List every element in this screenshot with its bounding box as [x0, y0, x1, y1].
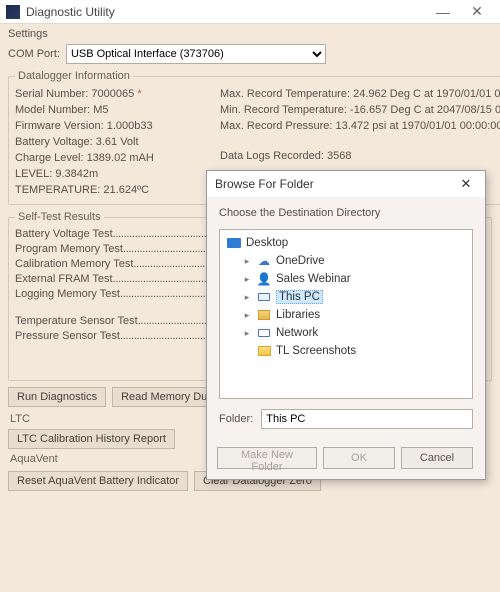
make-new-folder-button[interactable]: Make New Folder [217, 447, 317, 469]
ltc-calibration-report-button[interactable]: LTC Calibration History Report [8, 429, 175, 449]
window-titlebar: Diagnostic Utility — ✕ [0, 0, 500, 24]
tree-this-pc[interactable]: ▸ This PC [224, 288, 468, 306]
expand-icon[interactable]: ▸ [242, 256, 252, 267]
reset-aquavent-battery-button[interactable]: Reset AquaVent Battery Indicator [8, 471, 188, 491]
menu-bar: Settings [8, 28, 492, 40]
test-fram: External FRAM Test [15, 273, 113, 285]
user-icon: 👤 [256, 272, 272, 286]
batt-label: Battery Voltage: [15, 136, 96, 148]
test-program: Program Memory Test [15, 243, 123, 255]
tree-tl-screenshots[interactable]: TL Screenshots [224, 342, 468, 360]
mint-value: -16.657 Deg C at 2047/08/15 09:18:56 [350, 104, 500, 116]
test-tempsens: Temperature Sensor Test [15, 315, 138, 327]
serial-value: 7000065 [91, 88, 134, 100]
tree-network[interactable]: ▸ Network [224, 324, 468, 342]
model-label: Model Number: [15, 104, 93, 116]
charge-label: Charge Level: [15, 152, 87, 164]
selftest-legend: Self-Test Results [15, 211, 104, 223]
serial-label: Serial Number: [15, 88, 91, 100]
serial-star: * [137, 88, 141, 100]
charge-value: 1389.02 mAH [87, 152, 154, 164]
comport-select[interactable]: USB Optical Interface (373706) [66, 44, 326, 64]
tree-desktop[interactable]: Desktop [224, 234, 468, 252]
comport-label: COM Port: [8, 48, 60, 60]
network-icon [258, 329, 270, 337]
dialog-message: Choose the Destination Directory [219, 207, 473, 219]
expand-icon[interactable]: ▸ [242, 328, 252, 339]
comport-row: COM Port: USB Optical Interface (373706) [8, 44, 492, 64]
cloud-icon: ☁ [256, 254, 272, 268]
fw-value: 1.000b33 [107, 120, 153, 132]
datalogger-info-legend: Datalogger Information [15, 70, 133, 82]
tree-sales-webinar[interactable]: ▸ 👤 Sales Webinar [224, 270, 468, 288]
folder-label: Folder: [219, 413, 253, 425]
maxp-label: Max. Record Pressure: [220, 120, 336, 132]
temp-value: 21.624ºC [103, 184, 149, 196]
folder-tree[interactable]: Desktop ▸ ☁ OneDrive ▸ 👤 Sales Webinar ▸… [219, 229, 473, 399]
model-value: M5 [93, 104, 108, 116]
test-battery: Battery Voltage Test [15, 228, 113, 240]
expand-icon[interactable]: ▸ [242, 292, 252, 303]
libraries-icon [258, 310, 270, 320]
level-value: 9.3842m [55, 168, 98, 180]
dialog-titlebar: Browse For Folder ✕ [207, 171, 485, 197]
expand-icon[interactable]: ▸ [242, 310, 252, 321]
test-presssens: Pressure Sensor Test [15, 330, 120, 342]
window-minimize-button[interactable]: — [426, 0, 460, 24]
test-calib: Calibration Memory Test [15, 258, 133, 270]
browse-folder-dialog: Browse For Folder ✕ Choose the Destinati… [206, 170, 486, 480]
maxt-value: 24.962 Deg C at 1970/01/01 00:00:00 [353, 88, 500, 100]
dialog-close-button[interactable]: ✕ [455, 176, 477, 192]
logs-label: Data Logs Recorded: [220, 150, 327, 162]
menu-settings[interactable]: Settings [8, 28, 48, 40]
test-logmem: Logging Memory Test [15, 288, 120, 300]
expand-icon[interactable]: ▸ [242, 274, 252, 285]
window-title: Diagnostic Utility [26, 5, 426, 19]
maxp-value: 13.472 psi at 1970/01/01 00:00:00 [336, 120, 500, 132]
run-diagnostics-button[interactable]: Run Diagnostics [8, 387, 106, 407]
level-label: LEVEL: [15, 168, 55, 180]
mint-label: Min. Record Temperature: [220, 104, 350, 116]
ok-button[interactable]: OK [323, 447, 395, 469]
folder-input[interactable] [261, 409, 473, 429]
logs-value: 3568 [327, 150, 351, 162]
dialog-title: Browse For Folder [215, 177, 455, 191]
pc-icon [258, 293, 270, 301]
temp-label: TEMPERATURE: [15, 184, 103, 196]
tree-libraries[interactable]: ▸ Libraries [224, 306, 468, 324]
batt-value: 3.61 Volt [96, 136, 139, 148]
window-close-button[interactable]: ✕ [460, 0, 494, 24]
maxt-label: Max. Record Temperature: [220, 88, 353, 100]
fw-label: Firmware Version: [15, 120, 107, 132]
cancel-button[interactable]: Cancel [401, 447, 473, 469]
desktop-icon [227, 238, 241, 248]
folder-icon [258, 346, 271, 356]
app-icon [6, 5, 20, 19]
tree-onedrive[interactable]: ▸ ☁ OneDrive [224, 252, 468, 270]
